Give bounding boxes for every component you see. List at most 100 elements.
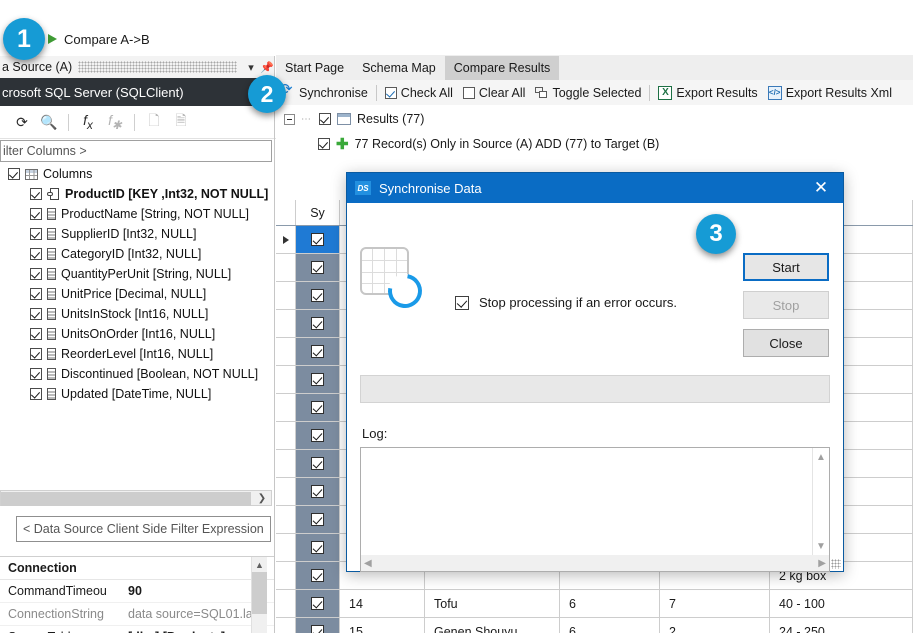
check-all-button[interactable]: Check All <box>380 81 458 104</box>
columns-tree-item[interactable]: UnitsInStock [Int16, NULL] <box>0 304 272 324</box>
checkbox-icon[interactable] <box>8 168 20 180</box>
row-supplier-cell[interactable]: 6 <box>560 618 660 633</box>
grid-header-sync[interactable]: Sy <box>296 200 340 225</box>
start-button[interactable]: Start <box>743 253 829 281</box>
row-sync-checkbox-cell[interactable] <box>296 422 340 450</box>
pin-icon[interactable]: 📌 <box>259 61 275 74</box>
checkbox-icon[interactable] <box>30 368 42 380</box>
checkbox-icon[interactable] <box>455 295 469 310</box>
row-sync-checkbox-cell[interactable] <box>296 590 340 618</box>
row-sync-checkbox-cell[interactable] <box>296 226 340 254</box>
checkbox-icon[interactable] <box>30 388 42 400</box>
checkbox-icon[interactable] <box>311 457 324 470</box>
stop-on-error-checkbox-row[interactable]: Stop processing if an error occurs. <box>455 295 677 310</box>
columns-tree-root[interactable]: Columns <box>0 164 272 184</box>
toggle-selected-button[interactable]: Toggle Selected <box>530 81 646 104</box>
row-supplier-cell[interactable]: 6 <box>560 590 660 618</box>
table-row[interactable]: 14 Tofu 6 7 40 - 100 <box>276 590 913 618</box>
results-tree-child-row[interactable]: ✚ 77 Record(s) Only in Source (A) ADD (7… <box>276 129 913 154</box>
row-sync-checkbox-cell[interactable] <box>296 618 340 633</box>
export-results-xml-button[interactable]: </> Export Results Xml <box>763 81 897 104</box>
log-vertical-scrollbar[interactable]: ▲ ▼ <box>812 448 829 555</box>
log-textarea[interactable]: ▲ ▼ ◀ ▶ <box>360 447 830 572</box>
checkbox-icon[interactable] <box>30 208 42 220</box>
columns-tree-item[interactable]: UnitPrice [Decimal, NULL] <box>0 284 272 304</box>
refresh-icon[interactable]: ⟳ <box>10 110 34 134</box>
export-results-button[interactable]: X Export Results <box>653 81 762 104</box>
checkbox-icon[interactable] <box>311 233 324 246</box>
columns-tree-item[interactable]: ProductID [KEY ,Int32, NOT NULL] <box>0 184 272 204</box>
tab-start-page[interactable]: Start Page <box>276 56 353 80</box>
scrollbar-thumb[interactable] <box>1 492 251 506</box>
checkbox-icon[interactable] <box>311 541 324 554</box>
property-row[interactable]: CommandTimeou 90 <box>0 580 275 603</box>
scroll-right-icon[interactable]: ▶ <box>818 558 826 569</box>
tab-schema-map[interactable]: Schema Map <box>353 56 445 80</box>
columns-tree-item[interactable]: ProductName [String, NOT NULL] <box>0 204 272 224</box>
row-name-cell[interactable]: Tofu <box>425 590 560 618</box>
log-horizontal-scrollbar[interactable]: ◀ ▶ <box>361 555 829 571</box>
row-sync-checkbox-cell[interactable] <box>296 366 340 394</box>
resize-grip-icon[interactable] <box>831 559 841 569</box>
checkbox-icon[interactable] <box>311 597 324 610</box>
checkbox-icon[interactable] <box>311 261 324 274</box>
clear-all-button[interactable]: Clear All <box>458 81 531 104</box>
row-category-cell[interactable]: 2 <box>660 618 770 633</box>
checkbox-icon[interactable] <box>30 348 42 360</box>
checkbox-icon[interactable] <box>311 625 324 633</box>
property-value[interactable]: data source=SQL01.lal <box>128 607 256 621</box>
checkbox-icon[interactable] <box>30 248 42 260</box>
columns-tree-item[interactable]: Discontinued [Boolean, NOT NULL] <box>0 364 272 384</box>
columns-tree-item[interactable]: CategoryID [Int32, NULL] <box>0 244 272 264</box>
query-icon[interactable]: 🔍 <box>37 110 61 134</box>
close-button[interactable]: Close <box>743 329 829 357</box>
scroll-left-icon[interactable]: ◀ <box>364 558 372 569</box>
row-sync-checkbox-cell[interactable] <box>296 310 340 338</box>
checkbox-icon[interactable] <box>30 188 42 200</box>
row-sync-checkbox-cell[interactable] <box>296 562 340 590</box>
row-sync-checkbox-cell[interactable] <box>296 394 340 422</box>
checkbox-icon[interactable] <box>318 138 330 150</box>
collapse-icon[interactable] <box>284 113 295 125</box>
scroll-right-icon[interactable]: ❯ <box>254 491 270 505</box>
checkbox-icon[interactable] <box>30 268 42 280</box>
tab-compare-results[interactable]: Compare Results <box>444 56 560 80</box>
checkbox-icon[interactable] <box>311 401 324 414</box>
row-id-cell[interactable]: 15 <box>340 618 425 633</box>
row-sync-checkbox-cell[interactable] <box>296 338 340 366</box>
columns-tree-item[interactable]: Updated [DateTime, NULL] <box>0 384 272 404</box>
row-sync-checkbox-cell[interactable] <box>296 254 340 282</box>
checkbox-icon[interactable] <box>311 317 324 330</box>
synchronise-button[interactable]: Synchronise <box>276 81 373 104</box>
checkbox-icon[interactable] <box>30 228 42 240</box>
filter-columns-input[interactable]: ilter Columns > <box>0 140 272 162</box>
row-category-cell[interactable]: 7 <box>660 590 770 618</box>
scroll-up-icon[interactable]: ▲ <box>813 448 829 466</box>
checkbox-icon[interactable] <box>30 328 42 340</box>
property-value[interactable]: 90 <box>128 584 142 598</box>
checkbox-icon[interactable] <box>311 289 324 302</box>
paste-icon[interactable]: 🗎 <box>169 110 193 134</box>
scroll-up-icon[interactable]: ▲ <box>252 557 267 572</box>
checkbox-icon[interactable] <box>311 373 324 386</box>
checkbox-icon[interactable] <box>30 288 42 300</box>
columns-horizontal-scrollbar[interactable]: ❯ <box>0 490 272 506</box>
checkbox-icon[interactable] <box>311 569 324 582</box>
row-sync-checkbox-cell[interactable] <box>296 478 340 506</box>
row-id-cell[interactable]: 14 <box>340 590 425 618</box>
copy-icon[interactable]: 🗋 <box>142 110 166 134</box>
columns-tree-item[interactable]: UnitsOnOrder [Int16, NULL] <box>0 324 272 344</box>
checkbox-icon[interactable] <box>311 345 324 358</box>
scroll-down-icon[interactable]: ▼ <box>813 537 829 555</box>
property-row[interactable]: SourceTable[dbo].[Products] <box>0 626 275 633</box>
checkbox-icon[interactable] <box>311 429 324 442</box>
columns-tree-item[interactable]: QuantityPerUnit [String, NULL] <box>0 264 272 284</box>
columns-tree-item[interactable]: SupplierID [Int32, NULL] <box>0 224 272 244</box>
results-tree-root-row[interactable]: ⋯ Results (77) <box>276 105 913 129</box>
client-side-filter-expression-input[interactable]: < Data Source Client Side Filter Express… <box>16 516 271 542</box>
checkbox-icon[interactable] <box>30 308 42 320</box>
checkbox-icon[interactable] <box>319 113 331 125</box>
properties-vertical-scrollbar[interactable]: ▲ <box>251 557 267 633</box>
row-sync-checkbox-cell[interactable] <box>296 282 340 310</box>
row-sync-checkbox-cell[interactable] <box>296 534 340 562</box>
